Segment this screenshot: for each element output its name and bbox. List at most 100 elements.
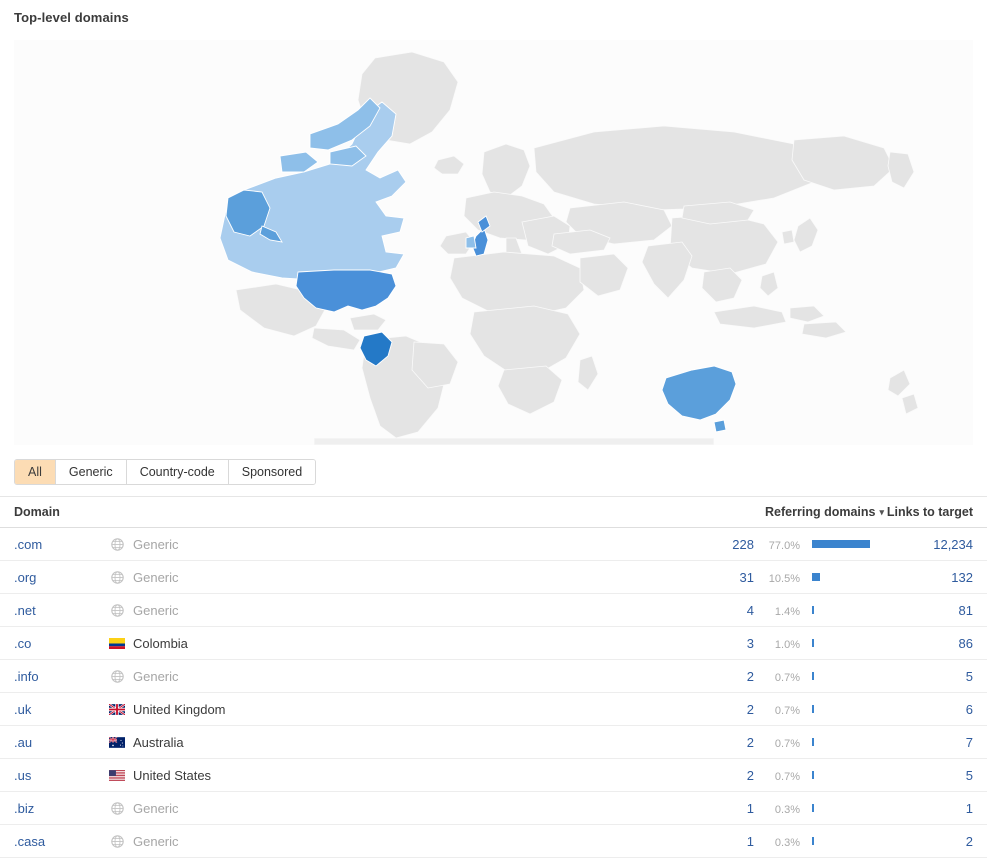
domain-link[interactable]: .info — [14, 669, 39, 684]
table-row[interactable]: .info Generic 2 0.7% 5 — [0, 660, 987, 693]
share-bar — [812, 672, 814, 680]
cell-share-bar — [800, 540, 884, 548]
map-country-australia[interactable] — [661, 365, 737, 421]
table-header-row: Domain Referring domains ▾ Links to targe… — [0, 496, 987, 528]
table-row[interactable]: .uk United Kingdom 2 0.7% 6 — [0, 693, 987, 726]
flag-uk-icon — [109, 703, 125, 715]
links-to-target-value[interactable]: 5 — [966, 669, 973, 684]
globe-icon — [109, 603, 125, 617]
cell-percent: 0.7% — [754, 768, 800, 783]
cell-share-bar — [800, 705, 884, 713]
domain-link[interactable]: .casa — [14, 834, 45, 849]
column-header-links-to-target: Links to target — [886, 505, 973, 519]
referring-domains-value[interactable]: 1 — [747, 834, 754, 849]
globe-icon — [109, 537, 125, 551]
table-row[interactable]: .biz Generic 1 0.3% 1 — [0, 792, 987, 825]
domains-table: Domain Referring domains ▾ Links to targe… — [0, 496, 987, 858]
referring-domains-value[interactable]: 1 — [747, 801, 754, 816]
cell-links-to-target: 12,234 — [884, 537, 973, 552]
tab-sponsored[interactable]: Sponsored — [228, 460, 316, 484]
domain-link[interactable]: .uk — [14, 702, 31, 717]
cell-links-to-target: 5 — [884, 669, 973, 684]
cell-percent: 0.7% — [754, 669, 800, 684]
table-row[interactable]: .co Colombia 3 1.0% 86 — [0, 627, 987, 660]
percent-value: 0.7% — [774, 737, 800, 750]
cell-share-bar — [800, 771, 884, 779]
cell-share-bar — [800, 639, 884, 647]
referring-domains-value[interactable]: 2 — [747, 768, 754, 783]
type-label: Generic — [133, 668, 179, 684]
type-label: Generic — [133, 569, 179, 585]
map-country-uk-ireland-part — [465, 235, 477, 249]
cell-links-to-target: 81 — [884, 603, 973, 618]
links-to-target-value[interactable]: 1 — [966, 801, 973, 816]
world-map[interactable] — [14, 40, 973, 445]
referring-domains-value[interactable]: 3 — [747, 636, 754, 651]
referring-domains-value[interactable]: 2 — [747, 735, 754, 750]
domain-link[interactable]: .biz — [14, 801, 34, 816]
referring-domains-value[interactable]: 2 — [747, 669, 754, 684]
cell-referring-domains: 2 — [709, 669, 754, 684]
percent-value: 0.3% — [774, 803, 800, 816]
cell-type: Generic — [109, 537, 709, 552]
links-to-target-value[interactable]: 12,234 — [933, 537, 973, 552]
cell-referring-domains: 1 — [709, 834, 754, 849]
cell-share-bar — [800, 672, 884, 680]
links-to-target-value[interactable]: 5 — [966, 768, 973, 783]
cell-domain: .casa — [14, 834, 109, 849]
cell-links-to-target: 132 — [884, 570, 973, 585]
tab-all[interactable]: All — [15, 460, 56, 484]
table-row[interactable]: .org Generic 31 10.5% 132 — [0, 561, 987, 594]
percent-value: 0.7% — [774, 704, 800, 717]
cell-domain: .co — [14, 636, 109, 651]
cell-percent: 1.4% — [754, 603, 800, 618]
cell-type: Generic — [109, 570, 709, 585]
cell-links-to-target: 7 — [884, 735, 973, 750]
domain-link[interactable]: .org — [14, 570, 36, 585]
cell-type: Colombia — [109, 636, 709, 651]
percent-value: 0.7% — [774, 671, 800, 684]
tld-filter-tabs[interactable]: All Generic Country-code Sponsored — [14, 459, 317, 485]
referring-domains-value[interactable]: 31 — [740, 570, 754, 585]
table-row[interactable]: .au Australia 2 0.7% 7 — [0, 726, 987, 759]
cell-share-bar — [800, 738, 884, 746]
cell-links-to-target: 1 — [884, 801, 973, 816]
table-row[interactable]: .net Generic 4 1.4% 81 — [0, 594, 987, 627]
links-to-target-value[interactable]: 7 — [966, 735, 973, 750]
cell-links-to-target: 86 — [884, 636, 973, 651]
table-row[interactable]: .com Generic 228 77.0% 12,234 — [0, 528, 987, 561]
domain-link[interactable]: .com — [14, 537, 42, 552]
cell-referring-domains: 2 — [709, 702, 754, 717]
flag-colombia-icon — [109, 637, 125, 649]
cell-referring-domains: 2 — [709, 768, 754, 783]
domain-link[interactable]: .us — [14, 768, 31, 783]
table-row[interactable]: .us United States 2 0.7% 5 — [0, 759, 987, 792]
referring-domains-value[interactable]: 4 — [747, 603, 754, 618]
cell-referring-domains: 3 — [709, 636, 754, 651]
globe-icon — [109, 669, 125, 683]
cell-share-bar — [800, 573, 884, 581]
domain-link[interactable]: .net — [14, 603, 36, 618]
cell-type: Australia — [109, 735, 709, 750]
domain-link[interactable]: .au — [14, 735, 32, 750]
cell-percent: 1.0% — [754, 636, 800, 651]
column-header-referring-domains[interactable]: Referring domains ▾ — [709, 505, 884, 519]
type-label: Australia — [133, 734, 184, 750]
cell-percent: 77.0% — [754, 537, 800, 552]
cell-domain: .org — [14, 570, 109, 585]
referring-domains-value[interactable]: 2 — [747, 702, 754, 717]
share-bar — [812, 771, 814, 779]
links-to-target-value[interactable]: 81 — [959, 603, 973, 618]
tab-generic[interactable]: Generic — [55, 460, 127, 484]
table-row[interactable]: .casa Generic 1 0.3% 2 — [0, 825, 987, 858]
tab-country-code[interactable]: Country-code — [126, 460, 229, 484]
referring-domains-value[interactable]: 228 — [732, 537, 754, 552]
links-to-target-value[interactable]: 6 — [966, 702, 973, 717]
cell-referring-domains: 228 — [709, 537, 754, 552]
links-to-target-value[interactable]: 132 — [951, 570, 973, 585]
links-to-target-value[interactable]: 2 — [966, 834, 973, 849]
cell-domain: .biz — [14, 801, 109, 816]
domain-link[interactable]: .co — [14, 636, 31, 651]
links-to-target-value[interactable]: 86 — [959, 636, 973, 651]
globe-icon — [109, 801, 125, 815]
